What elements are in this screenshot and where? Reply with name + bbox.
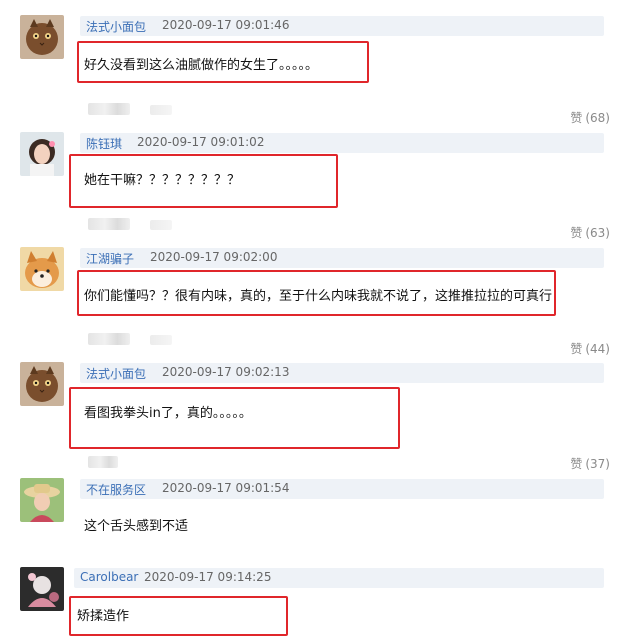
comment-item: Carolbear 2020-09-17 09:14:25 矫揉造作 xyxy=(0,0,640,637)
username-link[interactable]: Carolbear xyxy=(80,570,138,584)
comment-header: Carolbear 2020-09-17 09:14:25 xyxy=(74,568,604,588)
timestamp: 2020-09-17 09:14:25 xyxy=(144,570,272,584)
pink-figure-avatar[interactable] xyxy=(20,567,64,611)
comment-text: 矫揉造作 xyxy=(77,609,130,624)
comment-thread: { "comments": [ {"username":"法式小面包","tim… xyxy=(0,0,640,637)
